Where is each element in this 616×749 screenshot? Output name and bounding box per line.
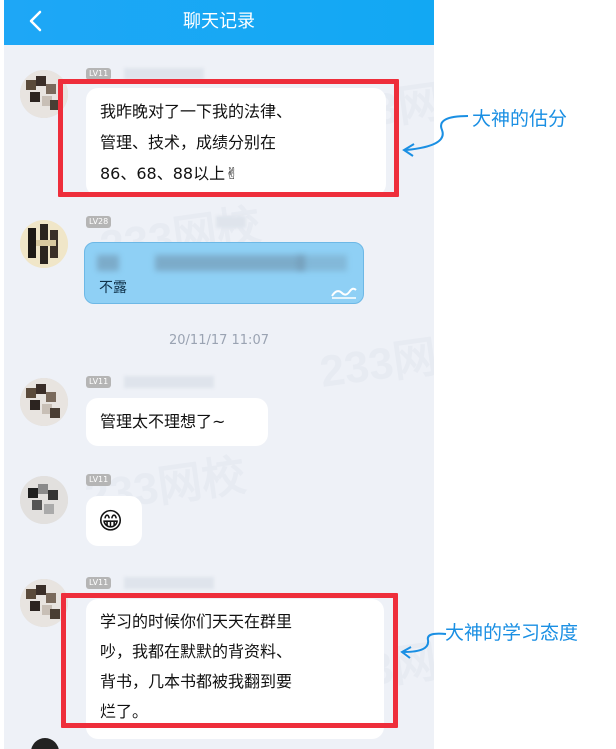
level-badge: LV11 [86,474,112,486]
annotation-label: 大神的估分 [472,108,568,130]
message-bubble[interactable]: 管理太不理想了~ [86,398,268,446]
page-title: 聊天记录 [183,11,255,32]
watermark: 233网校 [317,325,434,397]
nickname [124,376,214,388]
avatar[interactable] [31,738,59,749]
avatar[interactable] [20,220,68,268]
message-bubble[interactable]: 不露 [84,242,364,304]
arrow-icon [402,115,469,157]
arrow-icon [400,632,447,659]
message-text: 不露 [99,280,127,296]
wave-icon [331,287,357,299]
level-badge: LV28 [86,216,112,228]
highlight-box [61,593,398,728]
nickname [124,577,214,589]
message-text: 管理太不理想了~ [100,412,226,431]
avatar[interactable] [20,476,68,524]
level-badge: LV11 [86,577,112,589]
avatar[interactable] [20,378,68,426]
message-bubble[interactable]: 😁 [86,496,142,546]
grin-emoji: 😁 [98,507,124,535]
chat-header: 聊天记录 [4,0,434,45]
level-badge: LV11 [86,376,112,388]
highlight-box [58,79,399,197]
timestamp: 20/11/17 11:07 [169,333,269,348]
nickname [216,216,246,228]
annotation-label: 大神的学习态度 [445,622,579,644]
